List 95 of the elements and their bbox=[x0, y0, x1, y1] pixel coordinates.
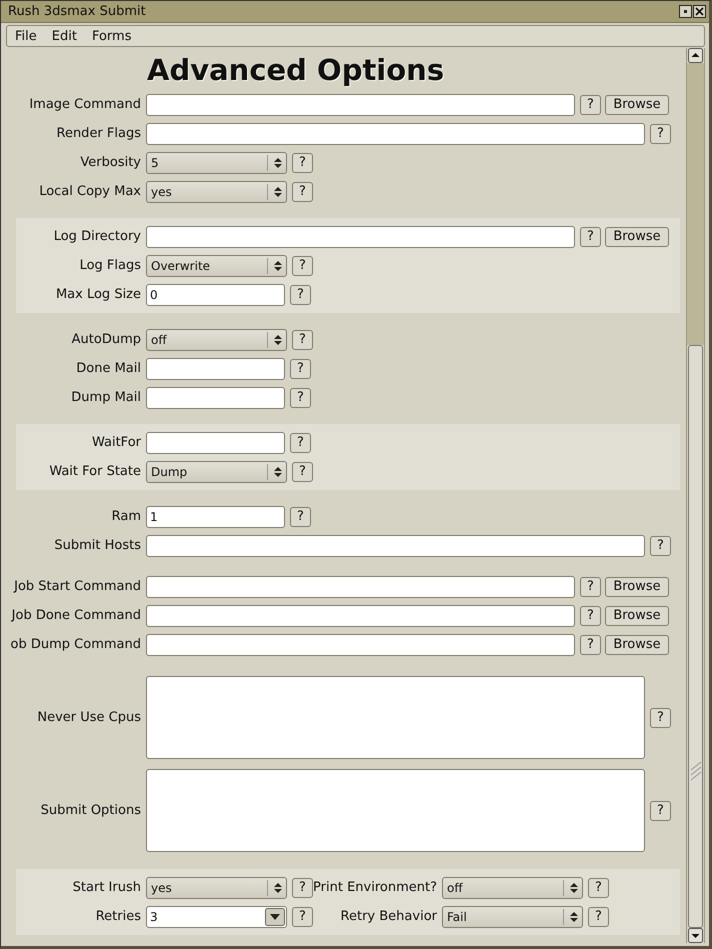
text-area[interactable] bbox=[146, 676, 645, 759]
field-label: Start Irush bbox=[72, 880, 142, 895]
help-button[interactable]: ? bbox=[292, 256, 313, 276]
field-label: AutoDump bbox=[70, 332, 142, 347]
field-label: Log Directory bbox=[52, 229, 142, 244]
help-button[interactable]: ? bbox=[290, 284, 311, 304]
text-area[interactable] bbox=[146, 769, 645, 852]
field-label: Print Environment? bbox=[313, 880, 438, 895]
browse-button[interactable]: Browse bbox=[605, 226, 669, 246]
select-field[interactable]: 5 bbox=[146, 152, 287, 174]
select-field[interactable]: Fail bbox=[442, 906, 583, 928]
browse-button[interactable]: Browse bbox=[605, 634, 669, 654]
help-button[interactable]: ? bbox=[292, 330, 313, 350]
field-label: Submit Hosts bbox=[53, 538, 142, 553]
up-down-icon bbox=[274, 156, 282, 168]
field-label: Job Done Command bbox=[10, 608, 142, 623]
field-label: Wait For State bbox=[48, 464, 142, 479]
browse-button[interactable]: Browse bbox=[605, 606, 669, 626]
help-button[interactable]: ? bbox=[580, 576, 601, 596]
close-icon[interactable] bbox=[693, 5, 706, 18]
select-field[interactable]: off bbox=[442, 876, 583, 898]
field-label: WaitFor bbox=[90, 435, 142, 450]
input-field[interactable] bbox=[146, 226, 575, 248]
help-button[interactable]: ? bbox=[588, 878, 609, 898]
page-heading: Advanced Options bbox=[147, 52, 446, 89]
browse-button[interactable]: Browse bbox=[605, 94, 669, 114]
help-button[interactable]: ? bbox=[292, 462, 313, 482]
input-field[interactable] bbox=[146, 634, 575, 656]
help-button[interactable]: ? bbox=[650, 800, 671, 820]
combo-field[interactable]: 3 bbox=[146, 906, 287, 928]
scroll-up-icon[interactable] bbox=[688, 48, 703, 63]
help-button[interactable]: ? bbox=[292, 906, 313, 926]
help-button[interactable]: ? bbox=[580, 606, 601, 626]
input-field[interactable]: 1 bbox=[146, 506, 285, 528]
up-down-icon bbox=[570, 910, 578, 922]
select-field[interactable]: off bbox=[146, 328, 287, 350]
field-label: ob Dump Command bbox=[10, 637, 142, 652]
scroll-thumb[interactable] bbox=[688, 345, 703, 928]
field-label: Ram bbox=[110, 509, 142, 524]
up-down-icon bbox=[274, 466, 282, 478]
browse-button[interactable]: Browse bbox=[605, 576, 669, 596]
maximize-icon[interactable] bbox=[679, 5, 692, 18]
help-button[interactable]: ? bbox=[588, 906, 609, 926]
up-down-icon bbox=[274, 334, 282, 346]
grip-icon bbox=[690, 760, 702, 780]
input-field[interactable] bbox=[146, 534, 645, 556]
menu-item[interactable]: Forms bbox=[84, 28, 138, 44]
input-field[interactable] bbox=[146, 386, 285, 408]
help-button[interactable]: ? bbox=[650, 124, 671, 144]
field-label: Done Mail bbox=[75, 361, 142, 376]
help-button[interactable]: ? bbox=[292, 152, 313, 172]
help-button[interactable]: ? bbox=[290, 506, 311, 526]
input-field[interactable] bbox=[146, 358, 285, 380]
up-down-icon bbox=[570, 882, 578, 894]
field-label: Max Log Size bbox=[54, 287, 142, 302]
select-field[interactable]: Dump bbox=[146, 460, 287, 482]
help-button[interactable]: ? bbox=[290, 358, 311, 378]
field-label: Verbosity bbox=[79, 155, 142, 170]
scrollbar[interactable] bbox=[686, 48, 705, 943]
field-label: Retry Behavior bbox=[340, 909, 438, 924]
field-label: Retries bbox=[94, 909, 142, 924]
up-down-icon bbox=[274, 882, 282, 894]
input-field[interactable] bbox=[146, 94, 575, 116]
help-button[interactable]: ? bbox=[650, 536, 671, 556]
menu-item[interactable]: File bbox=[7, 28, 44, 44]
field-label: Render Flags bbox=[56, 126, 142, 141]
help-button[interactable]: ? bbox=[580, 634, 601, 654]
help-button[interactable]: ? bbox=[580, 94, 601, 114]
help-button[interactable]: ? bbox=[650, 708, 671, 728]
field-label: Image Command bbox=[28, 97, 142, 112]
field-label: Submit Options bbox=[40, 803, 142, 818]
help-button[interactable]: ? bbox=[290, 432, 311, 452]
input-field[interactable] bbox=[146, 604, 575, 626]
help-button[interactable]: ? bbox=[290, 388, 311, 408]
field-label: Log Flags bbox=[78, 258, 142, 273]
input-field[interactable]: 0 bbox=[146, 284, 285, 306]
help-button[interactable]: ? bbox=[292, 878, 313, 898]
field-label: Local Copy Max bbox=[38, 184, 142, 199]
dropdown-icon[interactable] bbox=[265, 908, 285, 926]
input-field[interactable] bbox=[146, 576, 575, 598]
field-label: Never Use Cpus bbox=[36, 710, 142, 725]
select-field[interactable]: Overwrite bbox=[146, 254, 287, 276]
field-label: Dump Mail bbox=[70, 390, 142, 405]
menu-item[interactable]: Edit bbox=[44, 28, 84, 44]
window-title: Rush 3dsmax Submit bbox=[8, 4, 146, 19]
field-label: Job Start Command bbox=[12, 579, 142, 594]
select-field[interactable]: yes bbox=[146, 876, 287, 898]
input-field[interactable] bbox=[146, 122, 645, 144]
up-down-icon bbox=[274, 186, 282, 198]
up-down-icon bbox=[274, 260, 282, 272]
select-field[interactable]: yes bbox=[146, 180, 287, 202]
help-button[interactable]: ? bbox=[580, 226, 601, 246]
help-button[interactable]: ? bbox=[292, 182, 313, 202]
scroll-down-icon[interactable] bbox=[688, 928, 703, 943]
input-field[interactable] bbox=[146, 432, 285, 454]
